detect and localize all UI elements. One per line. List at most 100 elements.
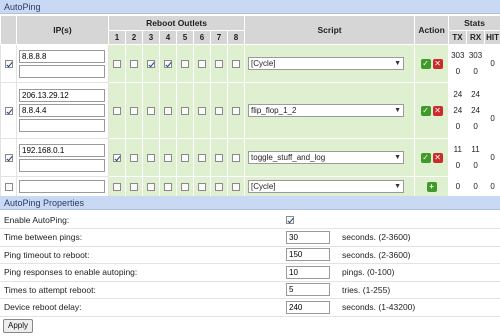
outlet-checkbox[interactable] — [232, 153, 241, 162]
table-row: [Cycle] ▼ + 0 0 0 — [0, 176, 500, 197]
property-label: Ping responses to enable autoping: — [0, 263, 282, 282]
properties-section-title: AutoPing Properties — [0, 196, 500, 210]
outlet-checkbox[interactable] — [198, 182, 206, 191]
outlet-number: 3 — [142, 30, 160, 45]
ip-input[interactable] — [19, 158, 105, 172]
property-hint: tries. (1-255) — [338, 281, 500, 299]
stat-tx-3: 0 — [455, 121, 461, 131]
stat-rx-2: 0 — [473, 160, 478, 170]
outlet-number: 4 — [159, 30, 177, 45]
outlet-number: 5 — [176, 30, 194, 45]
stat-rx-2: 0 — [473, 66, 478, 76]
ip-input[interactable] — [19, 143, 105, 157]
ip-input[interactable] — [19, 89, 105, 102]
outlet-checkbox[interactable] — [215, 153, 223, 162]
script-select[interactable]: [Cycle] ▼ — [248, 180, 405, 193]
row-enable-checkbox[interactable] — [4, 182, 13, 191]
outlet-checkbox[interactable] — [181, 153, 189, 162]
property-row: Ping timeout to reboot: seconds. (2-3600… — [0, 246, 500, 264]
stat-tx: 24 — [453, 89, 463, 99]
property-row: Device reboot delay: seconds. (1-43200) — [0, 298, 500, 317]
autoping-section-title: AutoPing — [0, 0, 500, 14]
outlet-checkbox[interactable] — [164, 182, 172, 191]
outlet-checkbox[interactable] — [130, 59, 138, 68]
outlet-checkbox[interactable] — [181, 106, 189, 115]
hit-header: HIT — [484, 30, 500, 45]
outlet-checkbox[interactable] — [113, 59, 121, 68]
ping-timeout-input[interactable] — [286, 248, 330, 262]
outlet-checkbox[interactable] — [164, 59, 172, 68]
outlet-number: 7 — [210, 30, 228, 45]
outlet-checkbox[interactable] — [130, 153, 138, 162]
ips-header: IP(s) — [16, 15, 109, 45]
script-select[interactable]: flip_flop_1_2 ▼ — [248, 104, 405, 117]
stat-hit: 0 — [490, 113, 495, 123]
delete-row-button[interactable]: ✕ — [432, 58, 443, 69]
apply-button[interactable]: Apply — [3, 319, 33, 333]
outlet-checkbox[interactable] — [130, 106, 138, 115]
outlet-checkbox[interactable] — [147, 182, 155, 191]
outlet-checkbox[interactable] — [113, 106, 121, 115]
outlet-checkbox[interactable] — [181, 59, 189, 68]
outlet-checkbox[interactable] — [198, 59, 206, 68]
chevron-down-icon: ▼ — [394, 183, 402, 190]
delete-row-button[interactable]: ✕ — [432, 152, 443, 163]
script-select[interactable]: toggle_stuff_and_log ▼ — [248, 151, 405, 164]
stat-rx: 0 — [473, 181, 478, 191]
outlet-checkbox[interactable] — [215, 59, 223, 68]
outlet-checkbox[interactable] — [232, 106, 241, 115]
property-label: Times to attempt reboot: — [0, 281, 282, 299]
row-enable-checkbox[interactable] — [4, 106, 13, 115]
ip-input[interactable] — [19, 64, 105, 78]
ping-responses-input[interactable] — [286, 265, 330, 279]
enable-autoping-checkbox[interactable] — [286, 216, 294, 225]
stat-hit: 0 — [490, 152, 495, 162]
outlet-checkbox[interactable] — [164, 153, 172, 162]
save-row-button[interactable]: ✓ — [420, 105, 431, 116]
outlet-checkbox[interactable] — [113, 182, 121, 191]
save-row-button[interactable]: ✓ — [420, 58, 431, 69]
outlet-checkbox[interactable] — [147, 59, 155, 68]
reboot-attempts-input[interactable] — [286, 283, 330, 297]
action-header: Action — [414, 15, 450, 45]
property-label: Device reboot delay: — [0, 298, 282, 317]
outlet-checkbox[interactable] — [232, 59, 241, 68]
outlet-number: 2 — [125, 30, 143, 45]
row-enable-checkbox[interactable] — [4, 59, 13, 68]
row-enable-checkbox[interactable] — [4, 153, 13, 162]
property-label: Ping timeout to reboot: — [0, 246, 282, 264]
property-label: Enable AutoPing: — [0, 211, 282, 229]
outlet-checkbox[interactable] — [130, 182, 138, 191]
ip-input[interactable] — [19, 180, 105, 193]
outlet-checkbox[interactable] — [198, 106, 206, 115]
outlet-checkbox[interactable] — [198, 153, 206, 162]
delete-row-button[interactable]: ✕ — [432, 105, 443, 116]
stat-tx-2: 24 — [453, 105, 463, 115]
outlet-checkbox[interactable] — [215, 182, 223, 191]
time-between-pings-input[interactable] — [286, 230, 330, 244]
reboot-delay-input[interactable] — [286, 300, 330, 314]
stat-tx: 11 — [453, 144, 462, 154]
property-hint: pings. (0-100) — [338, 263, 500, 282]
chevron-down-icon: ▼ — [394, 107, 402, 114]
outlet-checkbox[interactable] — [164, 106, 172, 115]
property-hint: seconds. (1-43200) — [338, 298, 500, 317]
outlet-checkbox[interactable] — [181, 182, 189, 191]
outlet-checkbox[interactable] — [147, 153, 155, 162]
ip-input[interactable] — [19, 104, 105, 117]
outlet-number: 8 — [226, 30, 246, 45]
save-row-button[interactable]: ✓ — [420, 152, 431, 163]
property-hint: seconds. (2-3600) — [338, 228, 500, 247]
table-row: toggle_stuff_and_log▼ ✓✕ 11 0 11 0 0 — [0, 138, 500, 177]
add-row-button[interactable]: + — [426, 181, 437, 192]
table-row: flip_flop_1_2▼ ✓✕ 24 24 0 24 24 0 0 — [0, 82, 500, 139]
outlet-checkbox[interactable] — [147, 106, 155, 115]
outlet-number: 1 — [108, 30, 126, 45]
outlet-checkbox[interactable] — [113, 153, 121, 162]
script-select[interactable]: [Cycle] ▼ — [248, 57, 405, 70]
outlet-checkbox[interactable] — [232, 182, 241, 191]
ip-input[interactable] — [19, 49, 105, 63]
ip-input[interactable] — [19, 119, 105, 132]
stat-rx-3: 0 — [473, 121, 478, 131]
outlet-checkbox[interactable] — [215, 106, 223, 115]
